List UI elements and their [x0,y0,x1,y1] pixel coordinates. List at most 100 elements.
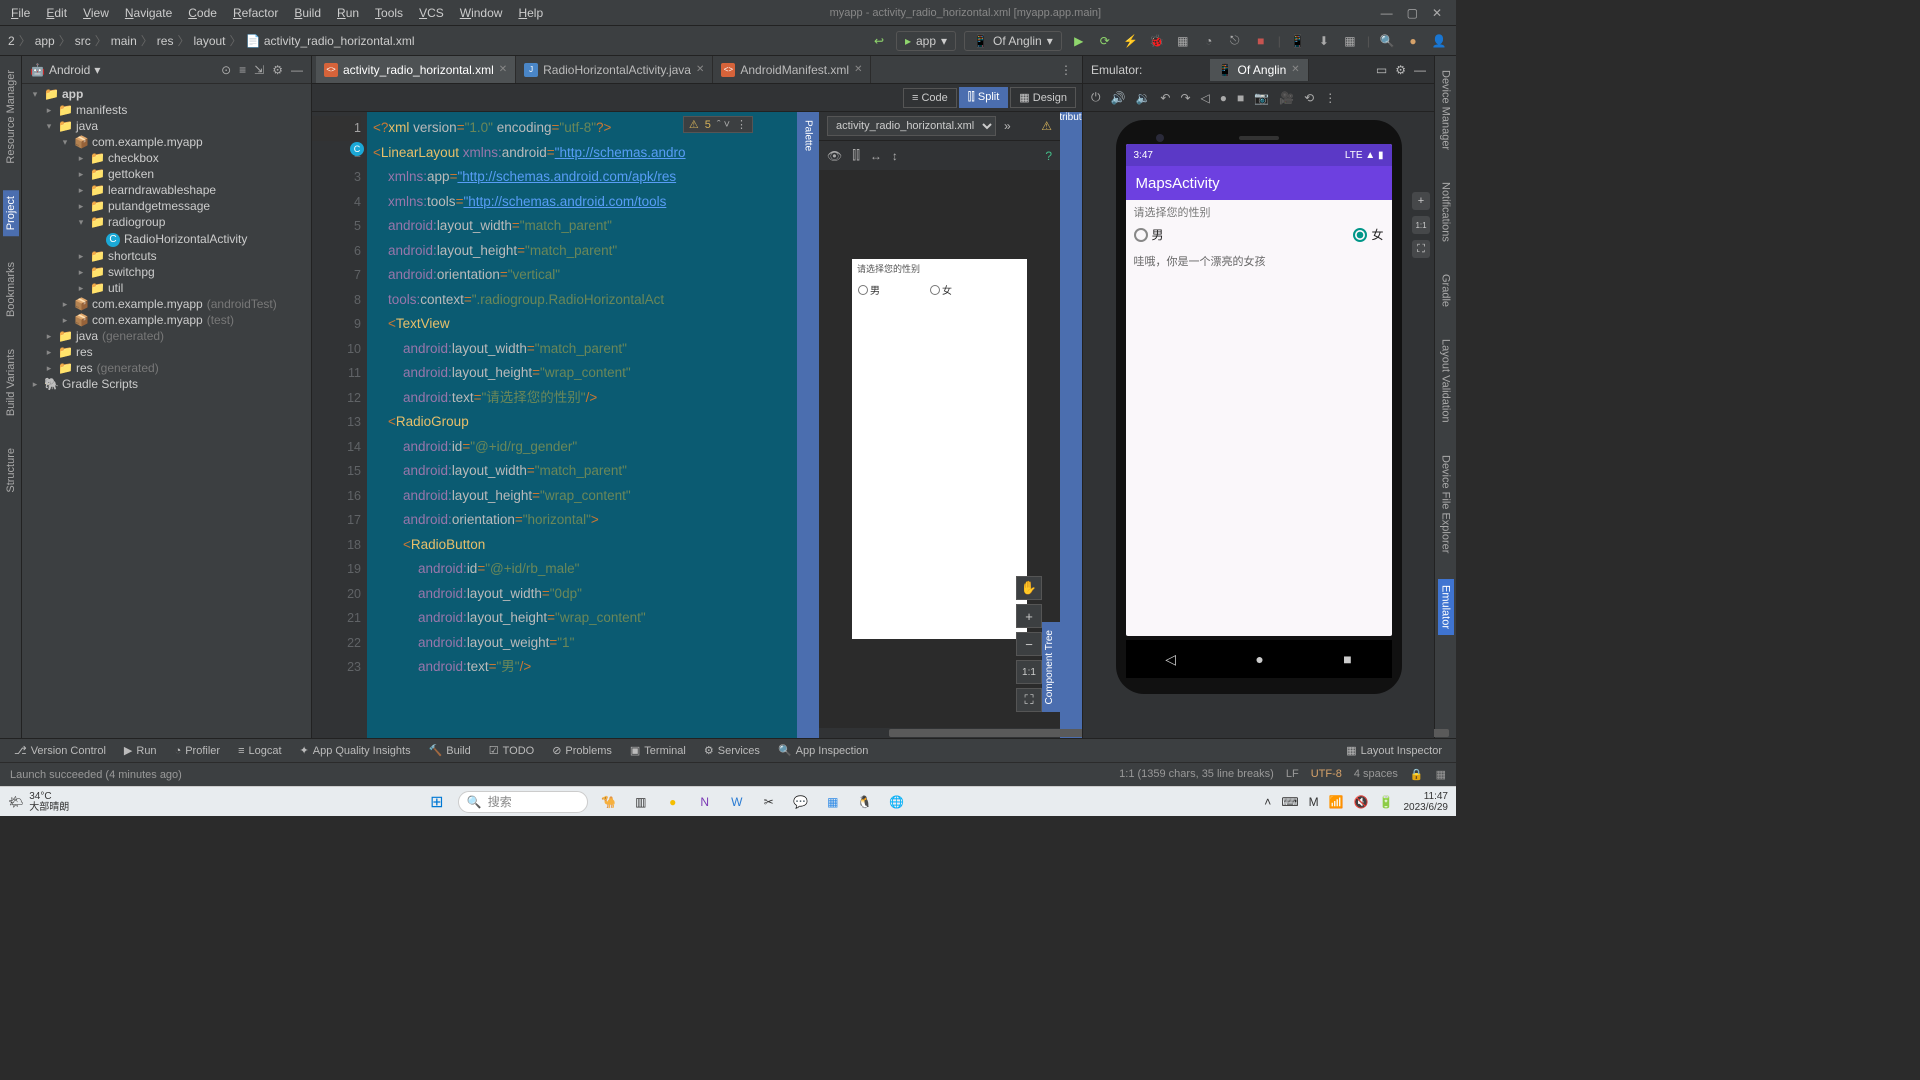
breadcrumb-item[interactable]: 📄 activity_radio_horizontal.xml [246,34,415,48]
layout-inspector-icon[interactable]: ▦ [1341,32,1359,50]
rotate-left-icon[interactable]: ↶ [1160,91,1170,105]
editor-tab[interactable]: <>activity_radio_horizontal.xml✕ [316,56,516,83]
emu-zoom-reset[interactable]: 1:1 [1412,216,1430,234]
editor-tab[interactable]: JRadioHorizontalActivity.java✕ [516,56,713,83]
class-gutter-icon[interactable]: C [350,142,364,156]
breadcrumb-item[interactable]: src [75,34,91,48]
vol-down-icon[interactable]: 🔉 [1135,91,1150,105]
nav-home[interactable]: ● [1255,651,1263,667]
left-tab-project[interactable]: Project [3,190,19,236]
bottom-tab-logcat[interactable]: ≡ Logcat [230,742,289,759]
zoom-out-button[interactable]: − [1016,632,1042,656]
pan-button[interactable]: ✋ [1016,576,1042,600]
bottom-tab-app-quality-insights[interactable]: ✦ App Quality Insights [292,742,419,759]
bottom-tab-todo[interactable]: ☑ TODO [481,742,542,759]
app-icon[interactable]: W [726,791,748,813]
avd-icon[interactable]: 📱 [1289,32,1307,50]
left-tab-structure[interactable]: Structure [3,442,19,499]
eye-icon[interactable]: 👁 [827,149,842,163]
overflow-icon[interactable]: » [1004,119,1011,133]
view-code[interactable]: ≡ Code [903,88,957,108]
breadcrumbs[interactable]: 2〉app〉src〉main〉res〉layout〉📄 activity_rad… [8,32,415,49]
tree-item[interactable]: ▾📁java [22,118,311,134]
coverage-icon[interactable]: ▦ [1174,32,1192,50]
tree-item[interactable]: ▸📁gettoken [22,166,311,182]
tree-item[interactable]: ▸📁java (generated) [22,328,311,344]
tree-item[interactable]: ▾📁app [22,86,311,102]
readonly-icon[interactable]: 🔒 [1410,768,1424,781]
screenshot-icon[interactable]: 📷 [1254,91,1269,105]
device-screen[interactable]: 3:47LTE ▲ ▮ MapsActivity 请选择您的性别 男 女 哇哦，… [1126,144,1392,636]
zoom-reset-button[interactable]: 1:1 [1016,660,1042,684]
memory-icon[interactable]: ▦ [1436,768,1446,781]
warning-icon[interactable]: ⚠ [1041,119,1052,133]
volume-icon[interactable]: 🔇 [1354,795,1369,809]
tree-item[interactable]: ▸📁util [22,280,311,296]
right-tab-notifications[interactable]: Notifications [1438,176,1454,248]
help-icon[interactable]: ? [1045,149,1052,163]
window-icon[interactable]: ▭ [1376,63,1387,77]
apply-changes-icon[interactable]: ⟳ [1096,32,1114,50]
more-icon[interactable]: ⋮ [1324,91,1336,105]
start-button[interactable]: ⊞ [426,791,448,813]
menu-file[interactable]: File [4,4,37,22]
tray-overflow-icon[interactable]: ˄ [1264,795,1271,809]
expand-icon[interactable]: ≡ [239,63,246,77]
hide-emulator-icon[interactable]: — [1414,63,1426,77]
apply-code-icon[interactable]: ⚡ [1122,32,1140,50]
edge-icon[interactable]: 🌐 [886,791,908,813]
app-icon[interactable]: N [694,791,716,813]
view-split[interactable]: ⫿⫿ Split [959,87,1009,108]
menu-refactor[interactable]: Refactor [226,4,285,22]
tree-item[interactable]: ▸📁checkbox [22,150,311,166]
minimize-button[interactable]: — [1381,6,1393,20]
emulator-tab[interactable]: 📱 Of Anglin ✕ [1210,59,1309,81]
battery-icon[interactable]: 🔋 [1379,795,1394,809]
tray-icon[interactable]: ⌨ [1281,795,1298,809]
h-scrollbar[interactable] [819,728,1060,738]
bottom-tab-terminal[interactable]: ▣ Terminal [622,742,694,759]
right-tab-emulator[interactable]: Emulator [1438,579,1454,635]
collapse-icon[interactable]: ⇲ [254,63,264,77]
view-design[interactable]: ▦ Design [1010,87,1076,108]
tray-icon[interactable]: M [1309,795,1319,809]
bottom-tab-problems[interactable]: ⊘ Problems [544,742,620,759]
indent-info[interactable]: 4 spaces [1354,768,1398,781]
tree-item[interactable]: ▸📁res (generated) [22,360,311,376]
tree-item[interactable]: ▸📁learndrawableshape [22,182,311,198]
power-icon[interactable]: ⏻ [1091,90,1101,105]
tree-item[interactable]: ▸📁shortcuts [22,248,311,264]
left-tab-resource-manager[interactable]: Resource Manager [3,64,19,170]
app-icon[interactable]: ▥ [630,791,652,813]
run-config-selector[interactable]: ▸app▾ [896,31,956,51]
sdk-icon[interactable]: ⬇ [1315,32,1333,50]
update-icon[interactable]: ● [1404,32,1422,50]
breadcrumb-item[interactable]: layout [193,34,225,48]
profile-icon[interactable]: ◔ [1200,32,1218,50]
breadcrumb-item[interactable]: 2 [8,34,15,48]
right-tab-device-manager[interactable]: Device Manager [1438,64,1454,156]
radio-female[interactable]: 女 [1353,226,1383,243]
palette-rail[interactable]: Palette [797,112,819,738]
bottom-tab-services[interactable]: ⚙ Services [696,742,768,759]
app-icon[interactable]: ▦ [822,791,844,813]
bottom-tab-app-inspection[interactable]: 🔍 App Inspection [770,742,876,759]
clock[interactable]: 11:472023/6/29 [1404,791,1449,813]
layout-inspector-tab[interactable]: ▦ Layout Inspector [1338,742,1450,759]
right-tab-device-file-explorer[interactable]: Device File Explorer [1438,449,1454,559]
panel-settings-icon[interactable]: ⚙ [272,63,283,77]
app-icon[interactable]: ✂ [758,791,780,813]
theme-icon[interactable]: ↕ [892,149,898,163]
tree-item[interactable]: ▸📁putandgetmessage [22,198,311,214]
project-tree[interactable]: ▾📁app▸📁manifests▾📁java▾📦com.example.myap… [22,84,311,738]
component-tree-rail[interactable]: Component Tree [1042,622,1060,713]
maximize-button[interactable]: ▢ [1407,6,1418,20]
tabs-overflow-icon[interactable]: ⋮ [1050,63,1082,77]
menu-code[interactable]: Code [181,4,224,22]
emu-zoom-in[interactable]: + [1412,192,1430,210]
radio-male[interactable]: 男 [1134,226,1164,243]
tree-item[interactable]: ▸📁manifests [22,102,311,118]
settings-icon[interactable]: 👤 [1430,32,1448,50]
vol-up-icon[interactable]: 🔊 [1111,91,1126,105]
right-tab-layout-validation[interactable]: Layout Validation [1438,333,1454,429]
